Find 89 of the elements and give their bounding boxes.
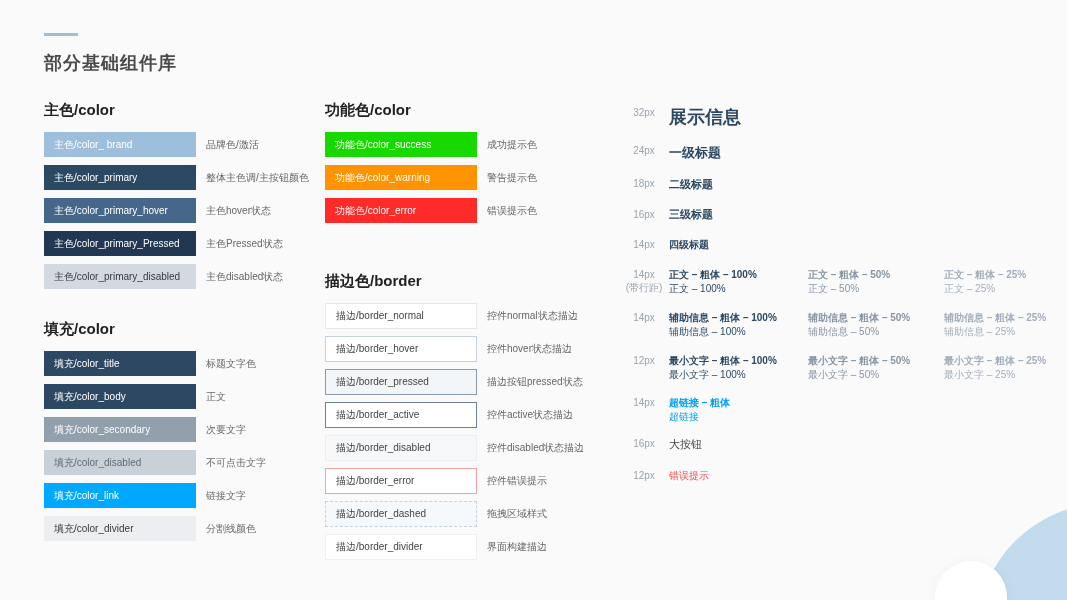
size-label: 16px	[633, 208, 655, 221]
swatch-description: 主色Pressed状态	[206, 236, 283, 251]
swatch-description: 错误提示色	[487, 203, 537, 218]
swatch-description: 警告提示色	[487, 170, 537, 185]
link-sample: 超链接 – 粗体	[669, 396, 731, 410]
size-label: 14px	[633, 238, 655, 251]
color-swatch: 功能色/color_error	[325, 198, 477, 223]
border-swatch: 描边/border_error	[325, 468, 477, 494]
color-swatch: 填充/color_secondary	[44, 417, 196, 442]
type-sample: 四级标题	[669, 238, 709, 251]
type-sample: 大按钮	[669, 437, 702, 451]
type-sample: 最小文字 – 粗体 – 25%	[944, 354, 1047, 368]
type-sample: 正文 – 50%	[808, 281, 860, 295]
type-sample: 正文 – 粗体 – 100%	[669, 268, 757, 282]
swatch-description: 成功提示色	[487, 137, 537, 152]
border-swatch: 描边/border_pressed	[325, 369, 477, 395]
size-label: 24px	[633, 144, 655, 157]
color-swatch: 主色/color_ brand	[44, 132, 196, 157]
page-title: 部分基础组件库	[44, 52, 178, 75]
border-swatch: 描边/border_active	[325, 402, 477, 428]
section-heading: 主色/color	[44, 100, 116, 120]
size-label: 18px	[633, 177, 655, 190]
swatch-description: 不可点击文字	[206, 455, 266, 470]
border-swatch: 描边/border_normal	[325, 303, 477, 329]
swatch-description: 描边按钮pressed状态	[487, 375, 583, 389]
border-swatch: 描边/border_disabled	[325, 435, 477, 461]
size-label: 16px	[633, 437, 655, 450]
swatch-description: 界面构建描边	[487, 540, 547, 554]
type-sample: 最小文字 – 100%	[669, 367, 746, 381]
swatch-description: 分割线颜色	[206, 521, 256, 536]
swatch-description: 次要文字	[206, 422, 246, 437]
color-swatch: 填充/color_disabled	[44, 450, 196, 475]
type-sample: 最小文字 – 粗体 – 50%	[808, 354, 911, 368]
size-label: 14px	[633, 268, 655, 281]
type-sample: 最小文字 – 50%	[808, 367, 880, 381]
color-swatch: 功能色/color_success	[325, 132, 477, 157]
swatch-description: 控件active状态描边	[487, 408, 574, 422]
type-sample: 错误提示	[669, 469, 709, 482]
size-label: 14px	[633, 396, 655, 409]
color-swatch: 主色/color_primary	[44, 165, 196, 190]
swatch-description: 链接文字	[206, 488, 246, 503]
swatch-description: 品牌色/激活	[206, 137, 259, 152]
type-sample: 辅助信息 – 粗体 – 50%	[808, 311, 911, 325]
type-sample: 正文 – 100%	[669, 281, 726, 295]
color-swatch: 主色/color_primary_Pressed	[44, 231, 196, 256]
type-sample: 正文 – 粗体 – 25%	[944, 268, 1027, 282]
type-sample: 正文 – 25%	[944, 281, 996, 295]
type-sample: 辅助信息 – 50%	[808, 324, 880, 338]
swatch-description: 控件normal状态描边	[487, 309, 578, 323]
link-sample: 超链接	[669, 409, 699, 423]
swatch-description: 控件disabled状态描边	[487, 441, 585, 455]
section-heading: 功能色/color	[325, 100, 412, 120]
type-sample: 展示信息	[669, 106, 741, 128]
color-swatch: 填充/color_body	[44, 384, 196, 409]
size-label: 12px	[633, 354, 655, 367]
type-sample: 最小文字 – 粗体 – 100%	[669, 354, 777, 368]
color-swatch: 填充/color_link	[44, 483, 196, 508]
size-note: (带行距)	[625, 281, 663, 294]
border-swatch: 描边/border_dashed	[325, 501, 477, 527]
size-label: 32px	[633, 106, 655, 119]
type-sample: 三级标题	[669, 208, 713, 221]
swatch-description: 主色disabled状态	[206, 269, 284, 284]
size-label: 12px	[633, 469, 655, 482]
size-label: 14px	[633, 311, 655, 324]
type-sample: 二级标题	[669, 177, 713, 191]
type-sample: 辅助信息 – 粗体 – 100%	[669, 311, 777, 325]
swatch-description: 正文	[206, 389, 226, 404]
type-sample: 最小文字 – 25%	[944, 367, 1016, 381]
swatch-description: 主色hover状态	[206, 203, 271, 218]
swatch-description: 控件错误提示	[487, 474, 547, 488]
type-sample: 正文 – 粗体 – 50%	[808, 268, 891, 282]
color-swatch: 主色/color_primary_hover	[44, 198, 196, 223]
color-swatch: 填充/color_title	[44, 351, 196, 376]
swatch-description: 标题文字色	[206, 356, 256, 371]
section-heading: 填充/color	[44, 319, 116, 339]
type-sample: 辅助信息 – 100%	[669, 324, 746, 338]
type-sample: 一级标题	[669, 144, 721, 162]
type-sample: 辅助信息 – 粗体 – 25%	[944, 311, 1047, 325]
color-swatch: 功能色/color_warning	[325, 165, 477, 190]
type-sample: 辅助信息 – 25%	[944, 324, 1016, 338]
color-swatch: 主色/color_primary_disabled	[44, 264, 196, 289]
border-swatch: 描边/border_divider	[325, 534, 477, 560]
swatch-description: 整体主色调/主按钮颜色	[206, 170, 309, 185]
swatch-description: 拖拽区域样式	[487, 507, 547, 521]
border-swatch: 描边/border_hover	[325, 336, 477, 362]
swatch-description: 控件hover状态描边	[487, 342, 572, 356]
accent-bar	[44, 33, 78, 36]
color-swatch: 填充/color_divider	[44, 516, 196, 541]
section-heading: 描边色/border	[325, 271, 423, 291]
